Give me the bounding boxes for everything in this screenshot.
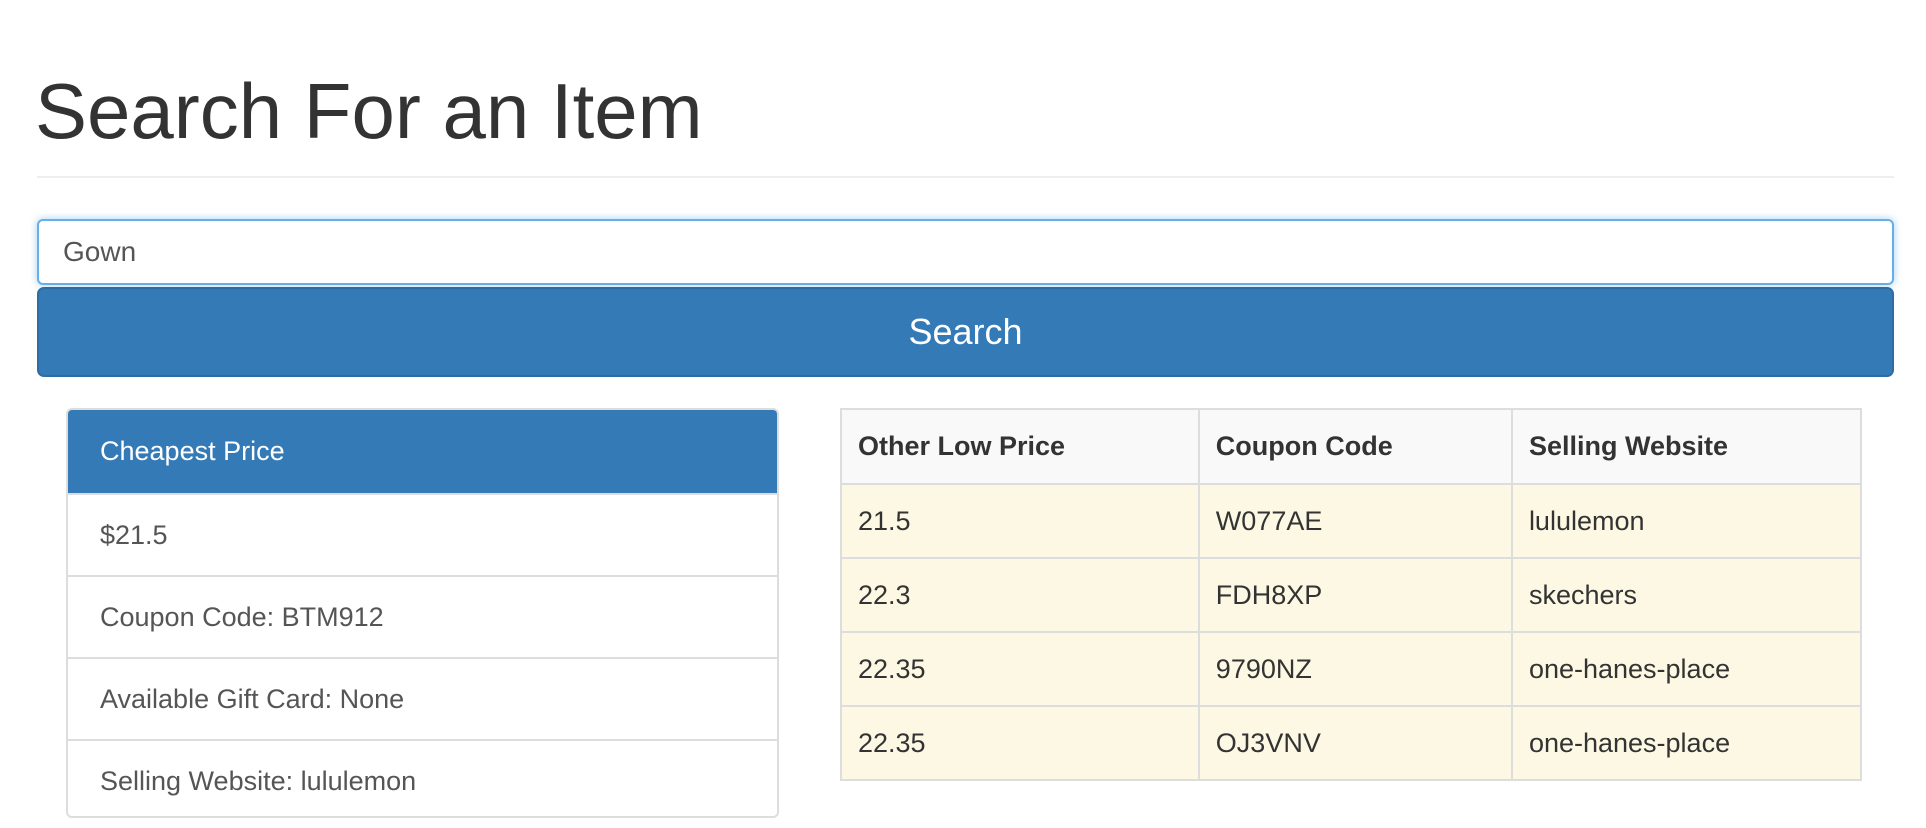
cheapest-price-panel: Cheapest Price $21.5 Coupon Code: BTM912… bbox=[66, 408, 779, 818]
divider bbox=[37, 176, 1894, 178]
other-prices-table: Other Low Price Coupon Code Selling Webs… bbox=[840, 408, 1863, 781]
column-header: Other Low Price bbox=[840, 408, 1200, 485]
table-row: 22.35 9790NZ one-hanes-place bbox=[840, 631, 1863, 707]
price-cell: 22.35 bbox=[840, 705, 1200, 781]
page-title: Search For an Item bbox=[35, 67, 703, 155]
coupon-cell: W077AE bbox=[1197, 483, 1513, 559]
column-header: Selling Website bbox=[1510, 408, 1863, 485]
table-row: 22.3 FDH8XP skechers bbox=[840, 557, 1863, 633]
panel-heading: Cheapest Price bbox=[68, 410, 777, 493]
website-cell: skechers bbox=[1510, 557, 1863, 633]
website-cell: one-hanes-place bbox=[1510, 705, 1863, 781]
table-header-row: Other Low Price Coupon Code Selling Webs… bbox=[840, 408, 1863, 485]
coupon-cell: OJ3VNV bbox=[1197, 705, 1513, 781]
website-cell: one-hanes-place bbox=[1510, 631, 1863, 707]
table-row: 21.5 W077AE lululemon bbox=[840, 483, 1863, 559]
table-row: 22.35 OJ3VNV one-hanes-place bbox=[840, 705, 1863, 781]
column-header: Coupon Code bbox=[1197, 408, 1513, 485]
search-input[interactable] bbox=[37, 219, 1894, 285]
website-cell: lululemon bbox=[1510, 483, 1863, 559]
cheapest-selling-website: Selling Website: lululemon bbox=[68, 739, 777, 816]
price-cell: 21.5 bbox=[840, 483, 1200, 559]
cheapest-price-value: $21.5 bbox=[68, 493, 777, 575]
coupon-cell: 9790NZ bbox=[1197, 631, 1513, 707]
coupon-cell: FDH8XP bbox=[1197, 557, 1513, 633]
cheapest-gift-card: Available Gift Card: None bbox=[68, 657, 777, 739]
price-cell: 22.3 bbox=[840, 557, 1200, 633]
search-button[interactable]: Search bbox=[37, 287, 1894, 377]
cheapest-coupon-code: Coupon Code: BTM912 bbox=[68, 575, 777, 657]
price-cell: 22.35 bbox=[840, 631, 1200, 707]
